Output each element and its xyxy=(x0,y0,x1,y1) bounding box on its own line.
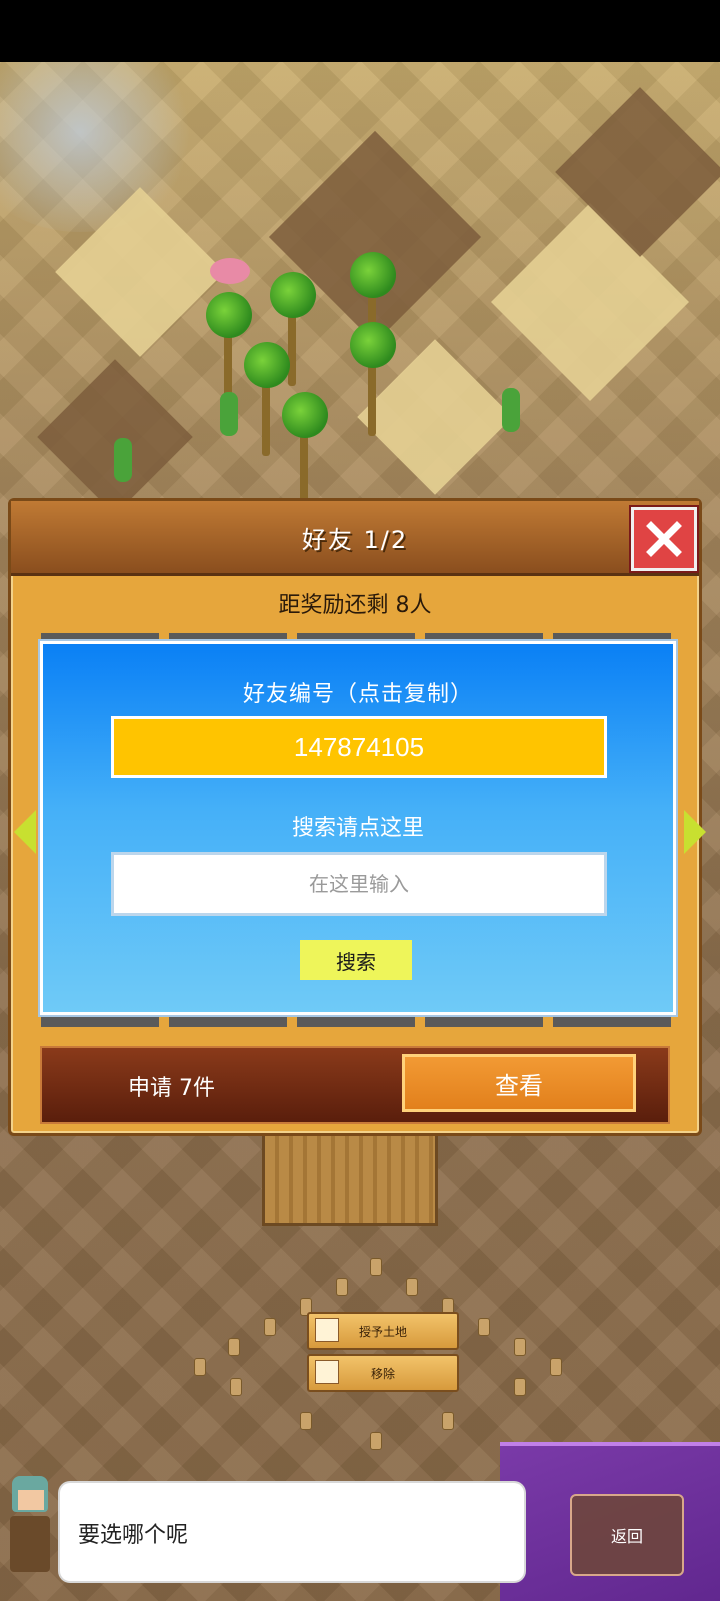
cactus xyxy=(502,388,520,432)
friend-search-panel: 好友编号（点击复制） 147874105 搜索请点这里 搜索 xyxy=(40,641,676,1015)
palm-tree xyxy=(282,392,328,512)
friend-id-label: 好友编号（点击复制） xyxy=(242,682,473,707)
fence-post xyxy=(550,1358,562,1376)
search-label: 搜索请点这里 xyxy=(291,816,424,841)
requests-bar: 申请 7件 查看 xyxy=(40,1046,670,1124)
npc-avatar xyxy=(4,1476,56,1576)
dirt-tile xyxy=(37,359,193,515)
speech-text: 要选哪个呢 xyxy=(78,1523,189,1548)
grant-land-button[interactable]: 授予土地 xyxy=(307,1312,459,1350)
fence-post xyxy=(300,1412,312,1430)
house-icon xyxy=(315,1360,339,1384)
friend-slot-strip-bottom xyxy=(41,1017,671,1027)
requests-count: 申请 7件 xyxy=(128,1076,215,1101)
cactus xyxy=(220,392,238,436)
fence-post xyxy=(228,1338,240,1356)
house-icon xyxy=(315,1318,339,1342)
fence-post xyxy=(264,1318,276,1336)
fence-post xyxy=(370,1432,382,1450)
reward-remaining-text: 距奖励还剩 8人 xyxy=(278,593,432,618)
arrow-right-icon[interactable] xyxy=(684,810,706,854)
fence-post xyxy=(370,1258,382,1276)
fence-post xyxy=(442,1412,454,1430)
view-requests-button[interactable]: 查看 xyxy=(402,1054,636,1112)
palm-tree xyxy=(350,322,396,442)
search-button[interactable]: 搜索 xyxy=(300,940,412,980)
status-bar xyxy=(0,0,720,62)
fence-post xyxy=(514,1338,526,1356)
fence-post xyxy=(336,1278,348,1296)
arrow-left-icon[interactable] xyxy=(14,810,36,854)
dialog-title: 好友 1/2 xyxy=(301,525,409,554)
remove-label: 移除 xyxy=(370,1366,395,1381)
flower-bush xyxy=(210,258,250,284)
close-button[interactable] xyxy=(631,507,697,571)
back-button[interactable]: 返回 xyxy=(570,1494,684,1576)
fence-post xyxy=(230,1378,242,1396)
cactus xyxy=(114,438,132,482)
fence-post xyxy=(406,1278,418,1296)
remove-button[interactable]: 移除 xyxy=(307,1354,459,1392)
fence-post xyxy=(514,1378,526,1396)
fence-post xyxy=(478,1318,490,1336)
fence-post xyxy=(194,1358,206,1376)
speech-bubble: 要选哪个呢 xyxy=(60,1483,524,1581)
dialog-header: 好友 1/2 xyxy=(11,501,699,576)
friend-search-input[interactable] xyxy=(111,852,607,916)
close-icon xyxy=(646,521,682,557)
hut[interactable] xyxy=(262,1130,438,1226)
friend-id-copy-button[interactable]: 147874105 xyxy=(111,716,607,778)
fog xyxy=(0,62,200,232)
grant-land-label: 授予土地 xyxy=(358,1324,407,1339)
friends-dialog: 好友 1/2 距奖励还剩 8人 好友编号（点击复制） 147874105 搜索请… xyxy=(8,498,702,1136)
